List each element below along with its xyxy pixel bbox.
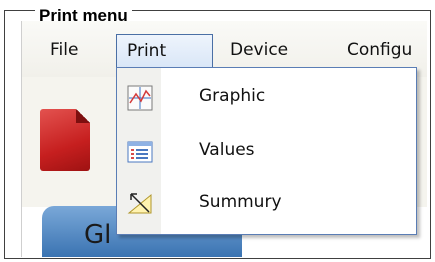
- print-dropdown-menu: Graphic Values Summury: [116, 67, 417, 235]
- menu-configuration[interactable]: Configu: [347, 34, 412, 68]
- summary-icon: [127, 193, 152, 214]
- menu-item-graphic-label: Graphic: [199, 86, 266, 106]
- menu-item-values-label: Values: [199, 140, 255, 160]
- app-document-icon[interactable]: [40, 109, 90, 171]
- menu-item-graphic[interactable]: Graphic: [117, 76, 416, 124]
- app-screenshot: File Print Device Configu Gl Graphic Val…: [21, 21, 427, 257]
- menu-item-values[interactable]: Values: [117, 130, 416, 178]
- menu-file[interactable]: File: [50, 34, 78, 68]
- menu-item-summury-label: Summury: [199, 192, 282, 212]
- menu-print[interactable]: Print: [116, 34, 213, 68]
- graph-icon: [127, 85, 153, 111]
- menu-device[interactable]: Device: [230, 34, 288, 68]
- menu-item-summury[interactable]: Summury: [117, 182, 416, 230]
- list-icon: [127, 141, 153, 163]
- frame-title: Print menu: [35, 9, 132, 21]
